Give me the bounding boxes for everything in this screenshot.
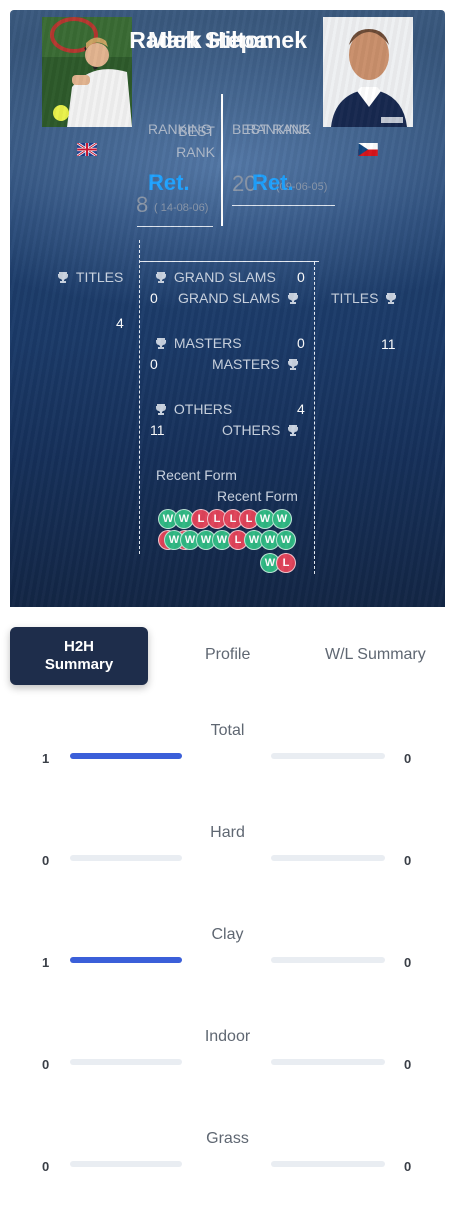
others-label-text: OTHERS xyxy=(173,401,233,417)
left-best-rank-label: BEST RANK xyxy=(176,123,215,160)
masters-label-text: MASTERS xyxy=(212,356,280,372)
stat-right-bar xyxy=(271,753,385,759)
stat-left-bar-fill xyxy=(70,957,182,963)
stat-left-bar xyxy=(70,1059,182,1065)
trophy-icon xyxy=(287,357,298,370)
czech-flag-icon xyxy=(358,143,378,156)
left-best-rank-date: ( 14-08-06) xyxy=(154,202,209,214)
right-others-label: OTHERS xyxy=(222,422,299,438)
left-ranking-value: Ret. xyxy=(148,170,190,195)
right-grand-slams-label: GRAND SLAMS xyxy=(178,290,298,306)
right-ranking-label: RANKING xyxy=(246,121,310,137)
left-form-chip-8: W xyxy=(272,509,292,529)
masters-label-text: MASTERS xyxy=(173,335,242,351)
left-best-rank-value: 8 xyxy=(136,192,149,217)
stat-title: Clay xyxy=(211,926,244,943)
titles-label-text: TITLES xyxy=(331,290,379,306)
stat-left-value: 0 xyxy=(42,1159,50,1174)
stat-left-value: 0 xyxy=(42,853,50,868)
stat-right-bar xyxy=(271,1059,385,1065)
stat-left-value: 1 xyxy=(42,955,50,970)
left-masters-label: MASTERS xyxy=(156,335,242,351)
h2h-header-card: Mark Hilton Radek Stepanek RANKING BEST … xyxy=(10,10,445,607)
stat-left-bar xyxy=(70,957,182,963)
right-titles-total: 11 xyxy=(381,336,396,352)
stat-left-bar-fill xyxy=(70,753,182,759)
trophy-icon xyxy=(287,291,298,304)
right-others-value: 11 xyxy=(150,422,165,438)
right-form-chip-10: L xyxy=(276,553,296,573)
right-titles-label: TITLES xyxy=(331,290,397,306)
stat-title: Indoor xyxy=(204,1028,251,1045)
right-form-chip-8: W xyxy=(276,530,296,550)
tab-wl-summary[interactable]: W/L Summary xyxy=(325,646,426,664)
stat-left-bar xyxy=(70,855,182,861)
left-recent-form-label: Recent Form xyxy=(156,467,237,483)
titles-top-line xyxy=(139,261,319,262)
stat-right-value: 0 xyxy=(404,955,412,970)
left-others-value: 4 xyxy=(297,401,305,417)
stat-title: Total xyxy=(210,722,245,739)
left-rank-underline xyxy=(137,226,213,227)
right-ranking-value: Ret. xyxy=(252,170,294,195)
grand-slams-label-text: GRAND SLAMS xyxy=(178,290,280,306)
stat-right-bar xyxy=(271,855,385,861)
right-player-photo[interactable] xyxy=(323,17,413,127)
trophy-icon xyxy=(156,402,166,415)
stat-left-value: 0 xyxy=(42,1057,50,1072)
tab-h2h-summary[interactable]: H2H Summary xyxy=(10,627,148,685)
trophy-icon xyxy=(156,270,166,283)
stat-right-value: 0 xyxy=(404,1159,412,1174)
uk-flag-icon xyxy=(77,143,97,156)
left-masters-value: 0 xyxy=(297,335,305,351)
trophy-icon xyxy=(156,336,166,349)
left-titles-label: TITLES xyxy=(58,269,123,285)
stat-title: Grass xyxy=(206,1130,249,1147)
right-player-name[interactable]: Radek Stepanek xyxy=(107,27,307,54)
left-others-label: OTHERS xyxy=(156,401,232,417)
grand-slams-label-text: GRAND SLAMS xyxy=(173,269,276,285)
stat-right-value: 0 xyxy=(404,853,412,868)
stat-right-bar xyxy=(271,957,385,963)
stat-right-bar xyxy=(271,1161,385,1167)
header-divider xyxy=(221,94,223,226)
left-titles-total: 4 xyxy=(116,315,124,331)
tab-profile[interactable]: Profile xyxy=(205,646,250,664)
right-recent-form-label: Recent Form xyxy=(217,488,298,504)
trophy-icon xyxy=(58,270,68,283)
titles-label-text: TITLES xyxy=(75,269,124,285)
right-grand-slams-value: 0 xyxy=(150,290,158,306)
left-grand-slams-label: GRAND SLAMS xyxy=(156,269,276,285)
stat-left-bar xyxy=(70,1161,182,1167)
stat-right-value: 0 xyxy=(404,751,412,766)
right-rank-underline xyxy=(232,205,335,206)
others-label-text: OTHERS xyxy=(222,422,281,438)
stat-right-value: 0 xyxy=(404,1057,412,1072)
stat-left-bar xyxy=(70,753,182,759)
titles-divider-right xyxy=(314,262,315,574)
trophy-icon xyxy=(386,291,397,304)
titles-divider-left xyxy=(139,240,140,554)
left-grand-slams-value: 0 xyxy=(297,269,305,285)
right-masters-label: MASTERS xyxy=(212,356,298,372)
stat-left-value: 1 xyxy=(42,751,50,766)
trophy-icon xyxy=(288,423,299,436)
stat-title: Hard xyxy=(210,824,245,841)
right-masters-value: 0 xyxy=(150,356,158,372)
